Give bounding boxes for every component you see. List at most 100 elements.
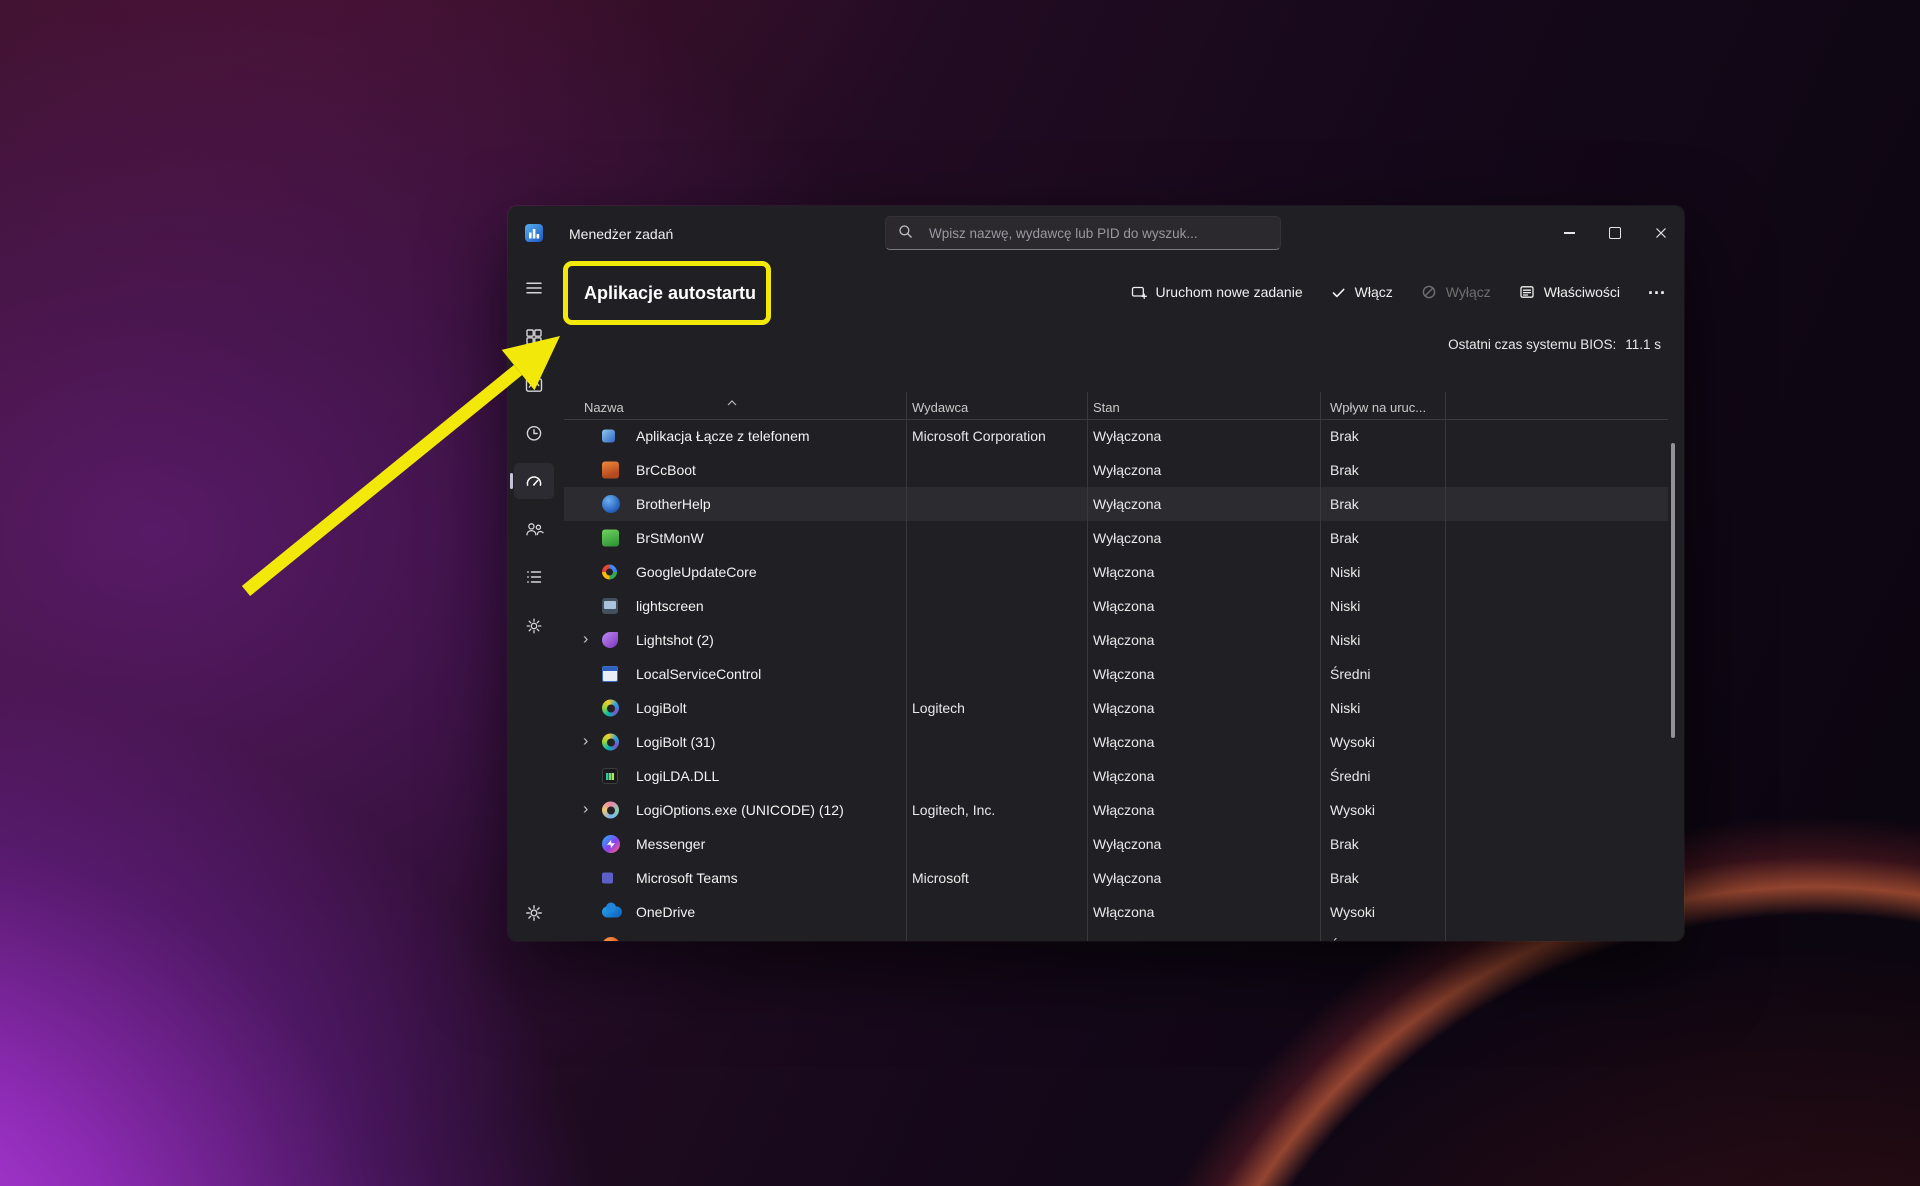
sidebar-item-startup-apps[interactable] [514,463,554,499]
brotherhelp-icon [602,495,620,513]
messenger-icon [602,835,620,853]
startup-app-row[interactable]: GoogleUpdateCore Włączona Niski [564,555,1668,589]
sidebar-item-services[interactable] [514,608,554,644]
expand-chevron-icon[interactable]: › [583,936,588,941]
logilda-icon [602,768,618,784]
services-gear-icon [524,616,544,636]
expand-chevron-icon[interactable]: › [583,630,588,648]
search-box[interactable] [885,216,1281,250]
row-status: Włączona [1093,564,1154,580]
more-options-button[interactable]: ... [1648,278,1666,299]
row-status: Włączona [1093,700,1154,716]
window-title: Menedżer zadań [569,226,673,242]
row-impact: Brak [1330,496,1359,512]
users-icon [524,519,544,539]
row-name: BrStMonW [636,530,704,546]
task-manager-app-icon [524,223,544,243]
column-header-status[interactable]: Stan [1093,400,1120,415]
expand-chevron-icon[interactable]: › [583,732,588,750]
sidebar [508,261,561,941]
settings-button[interactable] [514,895,554,931]
column-header-publisher[interactable]: Wydawca [912,400,968,415]
minimize-icon [1564,232,1575,233]
onedrive-icon [602,907,622,918]
maximize-button[interactable] [1592,206,1638,260]
row-impact: Brak [1330,462,1359,478]
processes-icon [524,327,544,347]
vertical-scrollbar[interactable] [1671,443,1675,738]
search-icon [898,224,913,242]
toolbar: Uruchom nowe zadanie Włącz Wyłącz Właści… [1131,272,1666,312]
row-name: Lightshot (2) [636,632,714,648]
close-icon [1655,227,1667,239]
row-status: Włączona [1093,734,1154,750]
startup-app-row[interactable]: Microsoft Teams Microsoft Wyłączona Brak [564,861,1668,895]
row-impact: Brak [1330,870,1359,886]
close-button[interactable] [1638,206,1684,260]
disable-button[interactable]: Wyłącz [1421,284,1491,300]
startup-app-row[interactable]: › Włączona Średni [564,929,1668,941]
sidebar-item-users[interactable] [514,511,554,547]
task-manager-window: Menedżer zadań [508,206,1684,941]
column-header-impact[interactable]: Wpływ na uruc... [1330,400,1426,415]
check-icon [1331,285,1346,300]
column-separator [1087,392,1088,941]
row-impact: Niski [1330,632,1360,648]
startup-app-row[interactable]: › LogiBolt (31) Włączona Wysoki [564,725,1668,759]
brccboot-icon [602,462,619,479]
row-impact: Brak [1330,836,1359,852]
logibolt-icon [602,734,619,751]
titlebar[interactable]: Menedżer zadań [508,206,1684,261]
row-impact: Niski [1330,564,1360,580]
block-icon [1421,284,1437,300]
startup-app-row[interactable]: BrStMonW Wyłączona Brak [564,521,1668,555]
startup-app-row[interactable]: LogiBolt Logitech Włączona Niski [564,691,1668,725]
row-impact: Wysoki [1330,802,1375,818]
history-clock-icon [524,423,544,443]
startup-app-row[interactable]: lightscreen Włączona Niski [564,589,1668,623]
properties-button[interactable]: Właściwości [1519,284,1620,300]
search-input[interactable] [927,225,1268,242]
row-name: OneDrive [636,904,695,920]
expand-chevron-icon[interactable]: › [583,800,588,818]
row-status: Wyłączona [1093,428,1161,444]
hamburger-icon [524,278,544,298]
startup-app-row[interactable]: › LogiOptions.exe (UNICODE) (12) Logitec… [564,793,1668,827]
table-body: Aplikacja Łącze z telefonem Microsoft Co… [564,419,1668,941]
startup-app-row[interactable]: BrCcBoot Wyłączona Brak [564,453,1668,487]
row-name: Microsoft Teams [636,870,738,886]
teams-icon [602,873,613,884]
startup-app-row[interactable]: LocalServiceControl Włączona Średni [564,657,1668,691]
startup-app-row[interactable]: BrotherHelp Wyłączona Brak [564,487,1668,521]
google-update-icon [602,565,617,580]
sidebar-item-app-history[interactable] [514,415,554,451]
row-impact: Średni [1330,768,1370,784]
sidebar-menu-button[interactable] [514,270,554,306]
row-impact: Średni [1330,938,1370,941]
highlight-annotation-box: Aplikacje autostartu [563,261,771,325]
column-separator [1445,392,1446,941]
run-new-task-button[interactable]: Uruchom nowe zadanie [1131,284,1303,300]
row-name: LocalServiceControl [636,666,761,682]
startup-app-row[interactable]: LogiLDA.DLL Włączona Średni [564,759,1668,793]
minimize-button[interactable] [1546,206,1592,260]
column-header-name[interactable]: Nazwa [584,400,624,415]
enable-button[interactable]: Włącz [1331,284,1393,300]
sidebar-item-details[interactable] [514,559,554,595]
brstmonw-icon [602,530,619,547]
row-name: Messenger [636,836,705,852]
startup-gauge-icon [524,471,544,491]
startup-app-row[interactable]: › Lightshot (2) Włączona Niski [564,623,1668,657]
run-new-task-label: Uruchom nowe zadanie [1156,284,1303,300]
sidebar-item-performance[interactable] [514,367,554,403]
startup-app-row[interactable]: OneDrive Włączona Wysoki [564,895,1668,929]
enable-label: Włącz [1355,284,1393,300]
local-service-icon [602,666,618,682]
maximize-icon [1609,227,1621,239]
sidebar-item-processes[interactable] [514,319,554,355]
row-name: lightscreen [636,598,704,614]
startup-app-row[interactable]: Aplikacja Łącze z telefonem Microsoft Co… [564,419,1668,453]
startup-app-row[interactable]: Messenger Wyłączona Brak [564,827,1668,861]
row-name: GoogleUpdateCore [636,564,757,580]
row-status: Włączona [1093,904,1154,920]
